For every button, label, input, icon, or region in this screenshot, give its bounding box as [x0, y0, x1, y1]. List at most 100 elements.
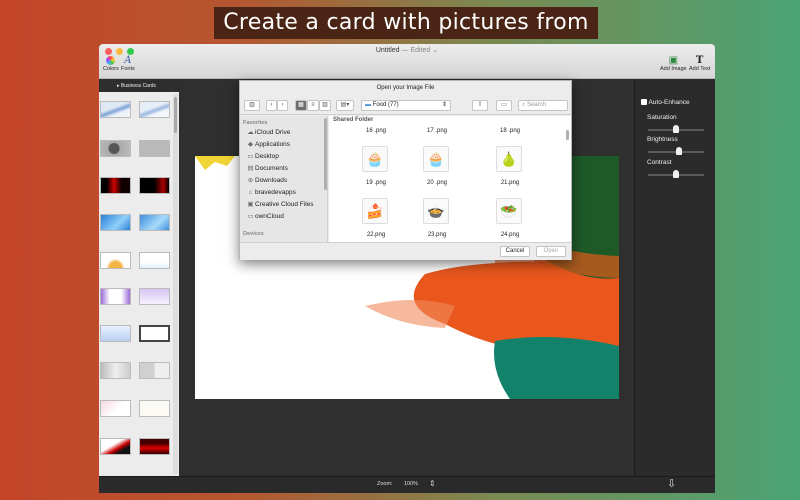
sidebar-item-applications[interactable]: ◆ Applications: [246, 139, 290, 151]
sidebar-item-icloud-drive[interactable]: ☁iCloud Drive: [246, 127, 290, 139]
saturation-label: Saturation: [647, 114, 677, 121]
template-thumbnail[interactable]: [100, 140, 131, 157]
brightness-knob[interactable]: [675, 147, 682, 155]
template-thumbnail[interactable]: [100, 214, 131, 231]
saturation-slider[interactable]: [648, 125, 704, 133]
sidebar-toggle-button[interactable]: ▥: [244, 100, 260, 111]
file-item-21[interactable]: 21.png: [487, 180, 533, 186]
template-thumbnail[interactable]: [139, 325, 170, 342]
document-name: Untitled: [375, 47, 400, 54]
sidebar-item-owncloud[interactable]: ▭ownCloud: [246, 211, 284, 223]
edited-indicator[interactable]: — Edited ⌄: [402, 47, 439, 54]
template-thumbnail[interactable]: [139, 140, 170, 157]
folder-icon: ▭: [247, 213, 254, 220]
template-thumbnail[interactable]: [139, 362, 170, 379]
icon-view-button[interactable]: ▦: [295, 100, 307, 111]
shared-folder-header: Shared Folder: [333, 117, 374, 123]
pear-thumbnail[interactable]: 🍐: [496, 146, 522, 172]
category-header[interactable]: ▸ Business Cards: [99, 80, 179, 92]
template-thumbnail[interactable]: [100, 325, 131, 342]
file-item-19[interactable]: 19 .png: [353, 180, 399, 186]
template-thumbnail[interactable]: [100, 177, 131, 194]
template-scrollbar[interactable]: [173, 94, 178, 474]
arrange-button[interactable]: ▤▾: [336, 100, 354, 111]
template-thumbnail[interactable]: [100, 101, 131, 118]
sidebar-item-documents[interactable]: ▤Documents: [246, 163, 287, 175]
list-view-button[interactable]: ≡: [307, 100, 319, 111]
downloads-icon: ⊕: [247, 177, 254, 184]
file-item-17[interactable]: 17 .png: [414, 128, 460, 134]
folder-icon: ▬: [365, 102, 371, 108]
cake-thumbnail[interactable]: 🍰: [362, 198, 388, 224]
file-scrollbar[interactable]: [566, 130, 569, 140]
contrast-knob[interactable]: [673, 170, 679, 178]
cancel-button[interactable]: Cancel: [500, 246, 530, 257]
template-thumbnail[interactable]: [100, 438, 131, 455]
template-thumbnail[interactable]: [100, 400, 131, 417]
template-thumbnail[interactable]: [139, 400, 170, 417]
file-item-22[interactable]: 22.png: [353, 232, 399, 238]
devices-header: Devices: [243, 231, 264, 237]
sidebar-item-downloads[interactable]: ⊕ Downloads: [246, 175, 287, 187]
desktop-icon: ▭: [247, 153, 254, 160]
file-item-20[interactable]: 20 .png: [414, 180, 460, 186]
status-bar: Zoom: 100% ⇕ ⇩: [99, 476, 715, 493]
checkbox-box[interactable]: [641, 99, 647, 106]
fonts-button[interactable]: A Fonts: [121, 55, 135, 72]
saturation-knob[interactable]: [673, 125, 679, 133]
window-title: Untitled — Edited ⌄: [99, 46, 715, 54]
tag-button[interactable]: ▭: [496, 100, 512, 111]
back-button[interactable]: ‹: [266, 100, 277, 111]
cloud-icon: ☁: [247, 129, 254, 136]
muffin-thumbnail[interactable]: 🧁: [362, 146, 388, 172]
open-button[interactable]: Open: [536, 246, 566, 257]
search-field[interactable]: ⌕ Search: [518, 100, 568, 111]
salad-thumbnail[interactable]: 🥗: [496, 198, 522, 224]
brightness-slider[interactable]: [648, 147, 704, 155]
file-item-18[interactable]: 18 .png: [487, 128, 533, 134]
location-name: Food (77): [372, 102, 399, 108]
template-thumbnail[interactable]: [139, 101, 170, 118]
template-thumbnail[interactable]: [139, 177, 170, 194]
template-thumbnail[interactable]: [139, 214, 170, 231]
contrast-slider[interactable]: [648, 170, 704, 178]
file-item-23[interactable]: 23.png: [414, 232, 460, 238]
forward-button[interactable]: ›: [277, 100, 288, 111]
sidebar-item-bravedevapps[interactable]: ⌂ bravedevapps: [246, 187, 296, 199]
add-text-button[interactable]: T Add Text: [689, 55, 710, 72]
search-placeholder: Search: [527, 102, 547, 108]
file-browser: Shared Folder 16 .png 17 .png 18 .png 🧁 …: [329, 116, 571, 242]
stew-thumbnail[interactable]: 🍲: [423, 198, 449, 224]
dialog-toolbar: ▥ ‹ › ▦ ≡ ▥ ▤▾ ▬ Food (77) ⇕ ⇧ ▭ ⌕ Searc…: [240, 95, 571, 115]
zoom-value[interactable]: 100%: [404, 481, 418, 487]
cupcake-thumbnail[interactable]: 🧁: [423, 146, 449, 172]
template-thumbnail[interactable]: [100, 362, 131, 379]
sidebar-item-desktop[interactable]: ▭Desktop: [246, 151, 278, 163]
template-thumbnail[interactable]: [139, 252, 170, 269]
export-icon[interactable]: ⇩: [667, 477, 676, 490]
scrollbar-thumb[interactable]: [174, 97, 177, 133]
creative-cloud-icon: ▣: [247, 201, 254, 208]
brightness-label: Brightness: [647, 136, 678, 143]
colors-button[interactable]: Colors: [103, 55, 119, 72]
location-popup[interactable]: ▬ Food (77) ⇕: [361, 100, 451, 111]
contrast-label: Contrast: [647, 159, 672, 166]
template-thumbnail[interactable]: [139, 438, 170, 455]
share-button[interactable]: ⇧: [472, 100, 488, 111]
dialog-sidebar: Favorites ☁iCloud Drive ◆ Applications ▭D…: [240, 116, 328, 242]
adjustments-panel: Auto-Enhance Saturation Brightness Contr…: [634, 80, 715, 476]
template-panel: ▸ Business Cards: [99, 80, 179, 476]
sidebar-item-creative-cloud-files[interactable]: ▣Creative Cloud Files: [246, 199, 313, 211]
sidebar-scrollbar[interactable]: [324, 118, 327, 190]
template-thumbnail[interactable]: [100, 252, 131, 269]
add-image-button[interactable]: ▣ Add Image: [660, 55, 687, 72]
template-thumbnail[interactable]: [100, 288, 131, 305]
template-thumbnail[interactable]: [139, 288, 170, 305]
home-icon: ⌂: [248, 189, 253, 196]
column-view-button[interactable]: ▥: [319, 100, 331, 111]
auto-enhance-checkbox[interactable]: Auto-Enhance: [641, 99, 690, 106]
file-item-24[interactable]: 24.png: [487, 232, 533, 238]
chevron-updown-icon: ⇕: [441, 102, 447, 108]
file-item-16[interactable]: 16 .png: [353, 128, 399, 134]
zoom-stepper[interactable]: ⇕: [429, 479, 436, 488]
